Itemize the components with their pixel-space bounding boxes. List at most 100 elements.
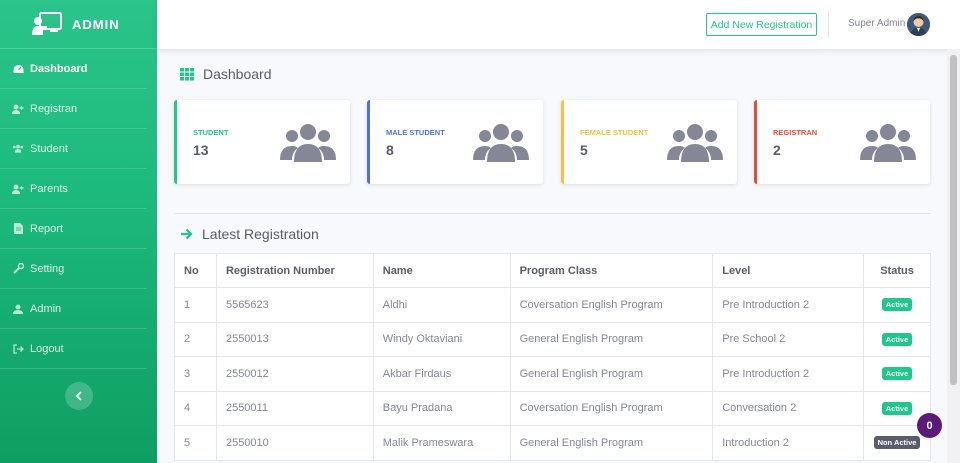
column-header[interactable]: Level [712,253,865,288]
users-icon [860,122,916,167]
table-row[interactable]: 1 5565623 Aldhi Coversation English Program… [174,287,931,323]
topbar: Add New Registration Super Admin [157,0,960,49]
sidebar-item-label: Parents [30,182,68,195]
table-cell: 2550013 [215,321,374,357]
table-cell: 2550012 [215,356,374,392]
column-header[interactable]: Name [372,253,511,288]
sidebar-item-parents[interactable]: Parents [0,169,147,209]
table-cell: 2550011 [215,390,374,426]
status-cell: Active [863,287,931,323]
dashboard-icon [12,63,24,75]
section-title-text: Latest Registration [202,226,319,242]
avatar[interactable] [907,13,930,36]
card-label: STUDENT [193,128,229,137]
sidebar-item-admin[interactable]: Admin [0,289,147,329]
users-icon [280,122,336,167]
table-cell: Aldhi [372,287,511,323]
status-cell: Active [863,321,931,357]
table-cell: General English Program [509,356,714,392]
table-cell: Akbar Firdaus [372,356,511,392]
latest-registration-title: Latest Registration [180,226,319,242]
table-cell: General English Program [509,321,714,357]
card-value: 5 [580,142,588,158]
status-badge: Non Active [873,436,921,450]
sidebar-item-dashboard[interactable]: Dashboard [0,49,147,89]
section-divider [174,213,931,214]
table-cell: Pre School 2 [712,321,865,357]
sidebar-item-logout[interactable]: Logout [0,329,147,369]
file-icon [12,223,24,235]
table-cell: 5 [174,425,217,461]
sidebar-item-label: Admin [30,302,62,315]
table-row[interactable]: 2 2550013 Windy Oktaviani General English P… [174,321,931,357]
stat-card-male-student[interactable]: MALE STUDENT 8 [367,100,543,184]
table-row[interactable]: 4 2550011 Bayu Pradana Coversation English … [174,390,931,426]
sidebar-item-registran[interactable]: Registran [0,89,147,129]
user-name[interactable]: Super Admin [848,18,905,29]
column-header[interactable]: No [174,253,217,288]
page-title-text: Dashboard [203,66,272,82]
table-cell: General English Program [509,425,714,461]
table-cell: 5565623 [215,287,374,323]
table-cell: Coversation English Program [509,287,714,323]
sidebar-item-label: Registran [30,102,78,115]
table-cell: Coversation English Program [509,390,714,426]
card-value: 8 [386,142,394,158]
chevron-left-icon [75,391,82,401]
table-cell: Malik Prameswara [372,425,511,461]
card-value: 2 [773,142,781,158]
status-badge: Active [881,367,913,381]
column-header[interactable]: Program Class [509,253,714,288]
scrollbar-thumb[interactable] [950,55,957,385]
sidebar-item-label: Logout [30,342,64,355]
sidebar-toggle-button[interactable] [65,382,93,410]
chalkboard-teacher-icon [32,12,62,36]
table-cell: 4 [174,390,217,426]
table-row[interactable]: 3 2550012 Akbar Firdaus General English Pro… [174,356,931,392]
table-cell: Bayu Pradana [372,390,511,426]
sidebar-item-label: Report [30,222,64,235]
column-header[interactable]: Status [863,253,931,288]
notification-badge[interactable]: 0 [917,413,942,438]
table-cell: Pre Introduction 2 [712,356,865,392]
user-plus-icon [12,183,24,195]
sidebar-item-report[interactable]: Report [0,209,147,249]
table-row[interactable]: 5 2550010 Malik Prameswara General English … [174,425,931,461]
table-cell: Introduction 2 [712,425,865,461]
table-cell: Pre Introduction 2 [712,287,865,323]
table-cell: Windy Oktaviani [372,321,511,357]
stat-card-registran[interactable]: REGISTRAN 2 [754,100,930,184]
sidebar-item-setting[interactable]: Setting [0,249,147,289]
sidebar-item-label: Student [30,142,68,155]
arrow-right-icon [181,228,193,240]
wrench-icon [12,263,24,275]
stat-card-student[interactable]: STUDENT 13 [174,100,350,184]
users-icon [667,122,723,167]
page-title: Dashboard [180,66,272,82]
sidebar-nav: Dashboard Registran Student Parents Report Se… [0,49,157,369]
add-new-registration-button[interactable]: Add New Registration [706,13,817,36]
th-grid-icon [180,67,194,80]
stat-card-female-student[interactable]: FEMALE STUDENT 5 [561,100,737,184]
sidebar: ADMIN Dashboard Registran Student Parents Re… [0,0,157,463]
table-header-row: No Registration Number Name Program Class Le… [174,253,931,288]
sidebar-item-label: Setting [30,262,65,275]
users-icon [12,143,24,155]
registration-table: No Registration Number Name Program Class Le… [174,253,931,461]
table-cell: 2550010 [215,425,374,461]
user-icon [12,303,24,315]
table-cell: 2 [174,321,217,357]
card-label: FEMALE STUDENT [580,128,649,137]
status-badge: Active [881,298,913,312]
sidebar-item-student[interactable]: Student [0,129,147,169]
users-icon [473,122,529,167]
status-badge: Active [881,332,913,346]
column-header[interactable]: Registration Number [215,253,374,288]
sidebar-item-label: Dashboard [30,62,88,75]
brand[interactable]: ADMIN [0,0,157,49]
status-cell: Active [863,356,931,392]
table-cell: Conversation 2 [712,390,865,426]
brand-name: ADMIN [72,16,120,32]
table-cell: 3 [174,356,217,392]
scrollbar[interactable] [947,49,960,463]
